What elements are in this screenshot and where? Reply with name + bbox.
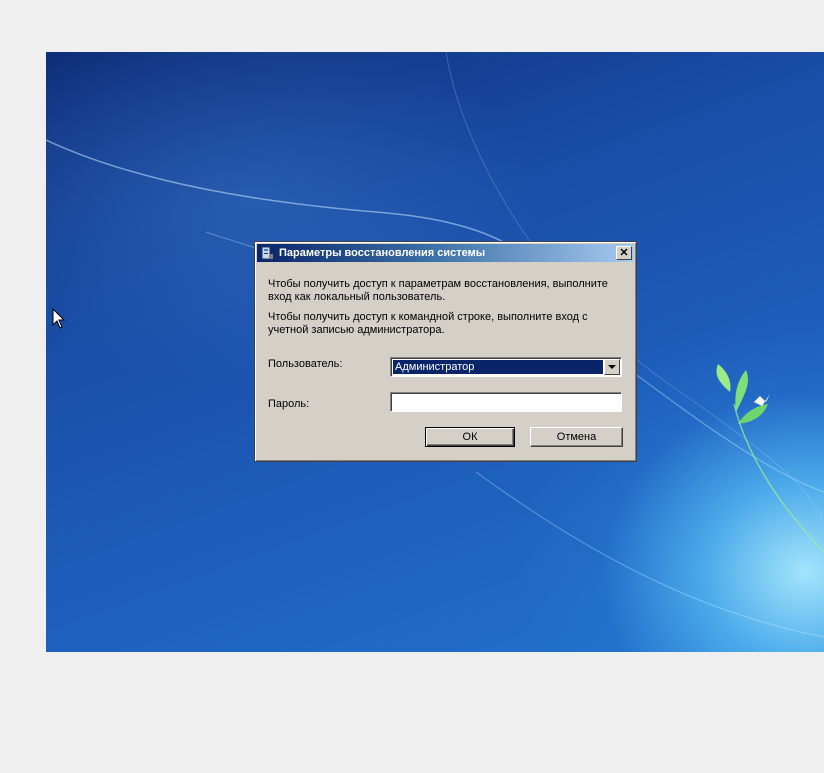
info-message-admin: Чтобы получить доступ к командной строке… (268, 311, 588, 336)
ok-button[interactable]: ОК (425, 427, 515, 447)
password-label: Пароль: (268, 398, 310, 410)
info-message-local-user: Чтобы получить доступ к параметрам восст… (268, 278, 608, 303)
close-button[interactable]: ✕ (616, 246, 632, 260)
cancel-button[interactable]: Отмена (530, 427, 623, 447)
user-label: Пользователь: (268, 358, 343, 370)
dialog-titlebar[interactable]: Параметры восстановления системы ✕ (257, 244, 634, 262)
dropdown-button[interactable] (604, 359, 620, 375)
password-input[interactable] (390, 392, 622, 412)
user-select-value: Администратор (393, 360, 603, 374)
system-recovery-icon (261, 246, 273, 260)
close-icon: ✕ (619, 246, 629, 259)
user-select[interactable]: Администратор (390, 357, 622, 377)
mouse-pointer-icon (52, 308, 66, 329)
chevron-down-icon (608, 364, 616, 369)
system-recovery-dialog: Параметры восстановления системы ✕ Чтобы… (254, 241, 637, 462)
dialog-title: Параметры восстановления системы (279, 247, 486, 259)
